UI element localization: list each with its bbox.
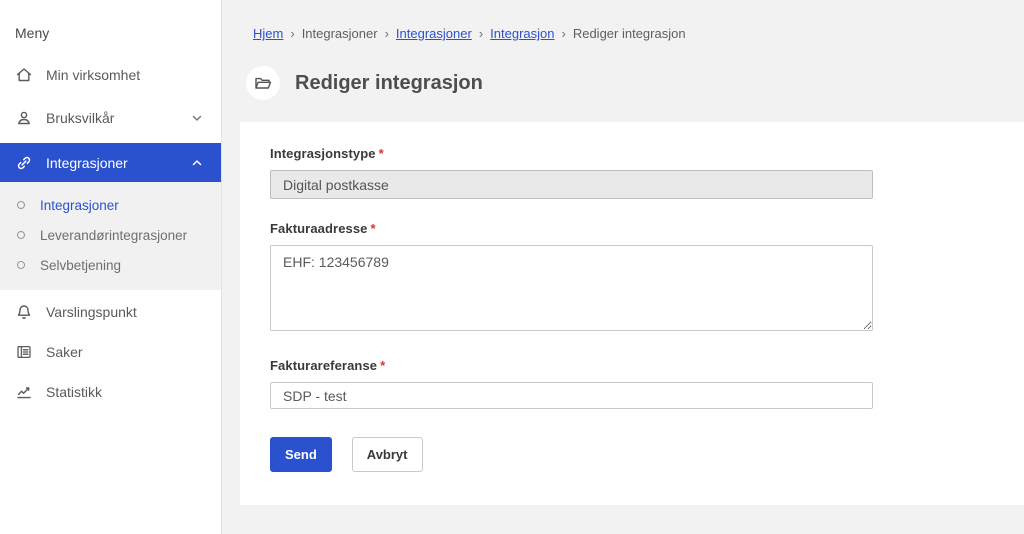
menu-heading: Meny	[15, 25, 50, 41]
page-title: Rediger integrasjon	[295, 71, 483, 94]
sidebar-subitem-label: Leverandørintegrasjoner	[40, 227, 188, 243]
sidebar-item-integrasjoner[interactable]: Integrasjoner	[0, 143, 221, 182]
field-label: Fakturareferanse *	[270, 358, 386, 373]
chevron-down-icon	[191, 112, 203, 124]
sidebar-item-saker[interactable]: Saker	[0, 334, 221, 370]
breadcrumb-separator: ›	[478, 26, 484, 41]
app-root: Meny Min virksomhet Bruksvilkår Integras…	[0, 0, 1024, 534]
bell-icon	[15, 303, 33, 321]
radio-bullet-icon	[17, 261, 25, 269]
sidebar-subitem-integrasjoner[interactable]: Integrasjoner	[0, 190, 221, 220]
breadcrumb-separator: ›	[561, 26, 566, 41]
sidebar-item-varslingspunkt[interactable]: Varslingspunkt	[0, 294, 221, 330]
send-button[interactable]: Send	[270, 437, 332, 472]
folder-open-icon	[246, 66, 280, 100]
required-asterisk: *	[378, 146, 384, 161]
sidebar-item-bruksvilkar[interactable]: Bruksvilkår	[0, 100, 221, 136]
form-actions: Send Avbryt	[270, 437, 873, 472]
sidebar-subitem-label: Integrasjoner	[40, 197, 119, 213]
field-fakturareferanse: Fakturareferanse *	[270, 358, 873, 409]
field-integrasjonstype: Integrasjonstype *	[270, 146, 873, 199]
sidebar-item-label: Integrasjoner	[46, 154, 128, 171]
fakturareferanse-input[interactable]	[270, 382, 873, 409]
fakturaadresse-textarea[interactable]: EHF: 123456789	[270, 245, 873, 331]
radio-bullet-icon	[17, 231, 25, 239]
chart-icon	[15, 383, 33, 401]
breadcrumb-link-integrasjoner[interactable]: Integrasjoner	[396, 26, 472, 41]
form-card: Integrasjonstype* Fakturaadresse* EHF: 1…	[240, 122, 1024, 505]
breadcrumb-item: Integrasjoner	[301, 26, 378, 41]
sidebar-item-label: Min virksomhet	[46, 67, 141, 83]
field-label: Fakturaadresse *	[270, 221, 376, 236]
sidebar-item-statistikk[interactable]: Statistikk	[0, 374, 221, 410]
breadcrumb-link-hjem[interactable]: Hjem	[253, 26, 283, 41]
sidebar-item-label: Varslingspunkt	[46, 304, 137, 320]
person-icon	[15, 109, 33, 127]
breadcrumb: Hjem › Integrasjoner › Integrasjoner › Integra…	[253, 26, 686, 41]
sidebar-item-label: Saker	[46, 344, 83, 360]
breadcrumb-link-integrasjon[interactable]: Integrasjon	[490, 26, 554, 41]
sidebar-submenu: Integrasjoner Leverandørintegrasjoner Se…	[0, 182, 221, 290]
radio-bullet-icon	[17, 201, 25, 209]
link-icon	[15, 154, 33, 172]
sidebar-subitem-leverandorintegrasjoner[interactable]: Leverandørintegrasjoner	[0, 220, 221, 250]
sidebar-subitem-selvbetjening[interactable]: Selvbetjening	[0, 250, 221, 280]
integrasjonstype-input	[270, 170, 873, 199]
required-asterisk: *	[370, 221, 376, 236]
sidebar-item-label: Statistikk	[46, 384, 103, 400]
chevron-up-icon	[191, 157, 203, 169]
field-fakturaadresse: Fakturaadresse * EHF: 123456789	[270, 221, 873, 336]
cancel-button[interactable]: Avbryt	[351, 437, 423, 472]
home-icon	[15, 66, 33, 84]
breadcrumb-separator: ›	[384, 26, 389, 41]
list-icon	[15, 343, 33, 361]
edit-integration-form: Integrasjonstype* Fakturaadresse* EHF: 1…	[240, 122, 873, 472]
sidebar: Meny Min virksomhet Bruksvilkår Integras…	[0, 0, 222, 534]
sidebar-subitem-label: Selvbetjening	[40, 257, 122, 273]
sidebar-item-min-virksomhet[interactable]: Min virksomhet	[0, 57, 221, 93]
breadcrumb-separator: ›	[290, 26, 295, 41]
sidebar-item-label: Bruksvilkår	[46, 110, 115, 126]
required-asterisk: *	[380, 358, 386, 373]
breadcrumb-current: Rediger integrasjon	[572, 26, 686, 41]
page-header: Rediger integrasjon	[246, 66, 483, 100]
field-label: Integrasjonstype *	[270, 146, 384, 161]
